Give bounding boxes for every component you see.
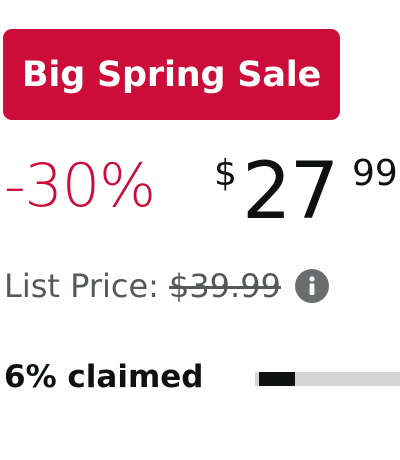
info-icon-glyph (309, 276, 315, 295)
price-row: -30% $ 27 99 (4, 148, 400, 238)
price-currency-symbol: $ (214, 153, 237, 194)
savings-percentage: -30% (4, 151, 156, 221)
price-fraction: 99 (352, 153, 398, 194)
claimed-progress-fill (259, 372, 295, 386)
claimed-row: 6% claimed (4, 356, 400, 400)
claimed-status: 6% claimed (4, 359, 204, 395)
list-price-row: List Price: $39.99 (4, 263, 400, 309)
claimed-progress-bar (255, 372, 400, 386)
info-icon[interactable] (294, 269, 329, 303)
list-price-label: List Price: (4, 267, 159, 305)
price-whole: 27 (242, 147, 339, 237)
list-price-value: $39.99 (168, 267, 281, 305)
deal-badge: Big Spring Sale (3, 29, 340, 120)
deal-badge-label: Big Spring Sale (21, 54, 322, 95)
